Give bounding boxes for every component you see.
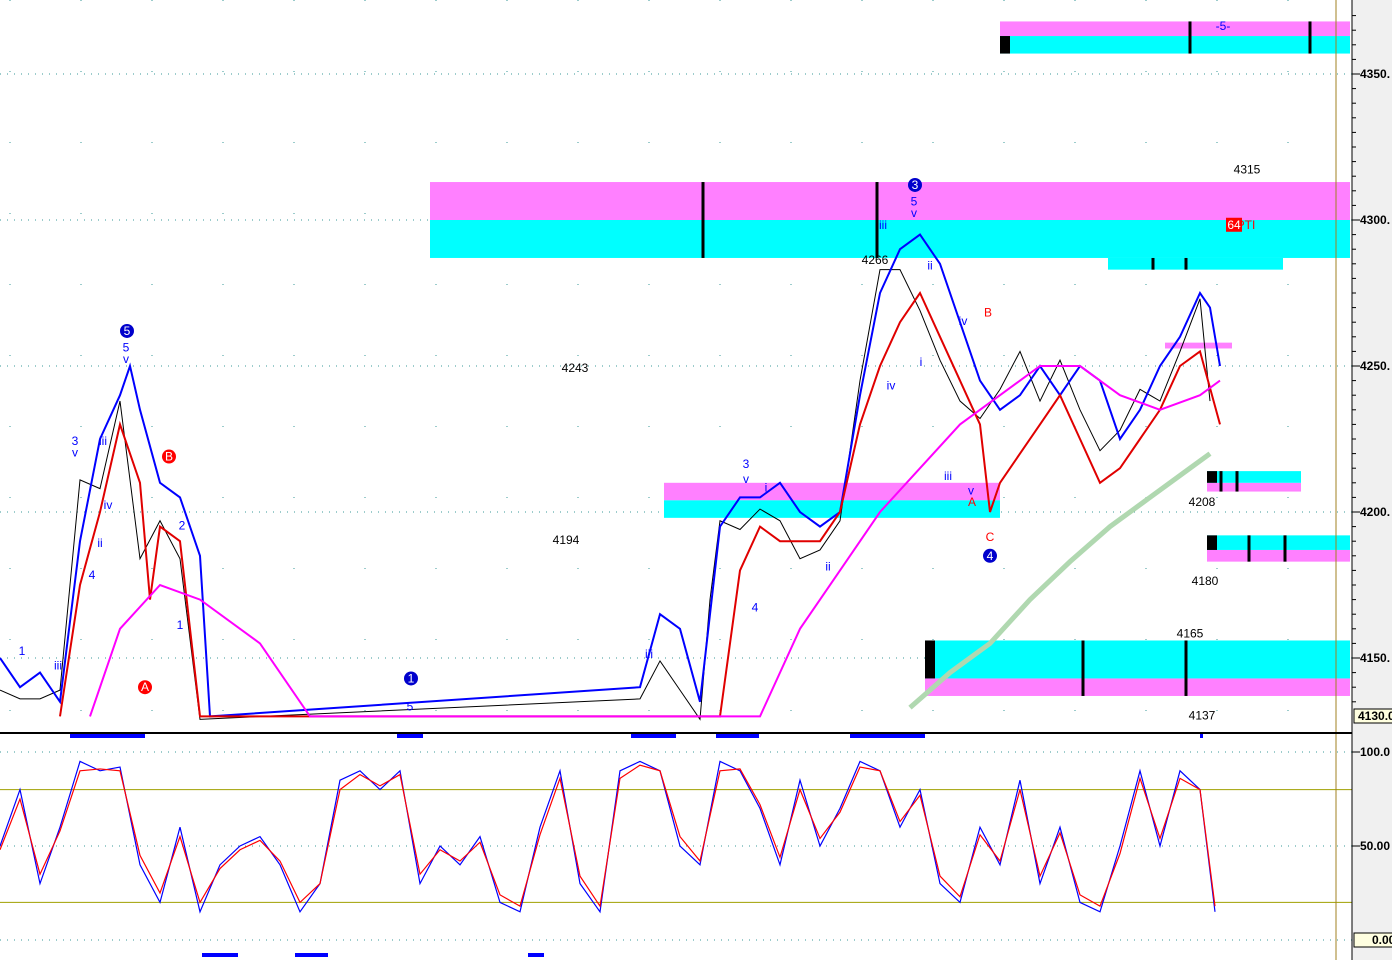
period-bar bbox=[850, 734, 925, 738]
wave-label: 4208 bbox=[1189, 495, 1216, 509]
zone-marker bbox=[1151, 257, 1155, 270]
zone-block bbox=[1207, 471, 1217, 483]
wave-label: iii bbox=[879, 218, 887, 232]
wave-label: v bbox=[911, 206, 917, 220]
zone-cyan bbox=[430, 220, 1350, 258]
circled-wave-label: 3 bbox=[912, 178, 919, 192]
price-axis-background bbox=[1352, 0, 1392, 960]
wave-label: 4 bbox=[89, 568, 96, 582]
current-price-value: 4130.0 bbox=[1358, 709, 1392, 723]
period-bar bbox=[397, 734, 423, 738]
circled-wave-label: A bbox=[141, 680, 149, 694]
zone-magenta bbox=[430, 182, 1350, 220]
circled-wave-label: 4 bbox=[987, 549, 994, 563]
zone-cyan bbox=[1108, 257, 1283, 270]
grid bbox=[0, 0, 1352, 941]
period-bar bbox=[631, 734, 676, 738]
wave-label: 2 bbox=[179, 519, 186, 533]
wave-label: ii bbox=[927, 259, 932, 273]
y-tick-label: 4300. bbox=[1360, 213, 1390, 227]
oscillator-panel bbox=[0, 760, 1352, 957]
osc-series-%K bbox=[0, 760, 1216, 914]
wave-label: A bbox=[968, 495, 976, 509]
zone-marker bbox=[1184, 257, 1188, 270]
wave-label: ii bbox=[97, 536, 102, 550]
zone-marker bbox=[1247, 535, 1251, 562]
wave-label: 4165 bbox=[1177, 627, 1204, 641]
wave-label: C bbox=[986, 530, 995, 544]
wave-label: 4 bbox=[752, 600, 759, 614]
wave-label: B bbox=[984, 305, 992, 319]
y-tick-label: 4250. bbox=[1360, 359, 1390, 373]
zone-marker bbox=[1188, 21, 1192, 54]
wave-label: iv bbox=[887, 378, 896, 392]
wave-label: 5 bbox=[407, 700, 414, 714]
zone-magenta bbox=[664, 482, 1000, 501]
wave-label: ii bbox=[825, 559, 830, 573]
wave-label: iii bbox=[944, 469, 952, 483]
zone-block bbox=[925, 640, 935, 679]
osc-current-value: 0.00 bbox=[1372, 933, 1392, 947]
wave-label: iv bbox=[104, 498, 113, 512]
zone-magenta bbox=[925, 678, 1350, 696]
wave-label: 1 bbox=[177, 618, 184, 632]
wave-label: iv bbox=[959, 314, 968, 328]
y-tick-label: 4350. bbox=[1360, 67, 1390, 81]
fib-zones bbox=[430, 21, 1350, 696]
y-tick-label: 4200. bbox=[1360, 505, 1390, 519]
zone-marker bbox=[701, 182, 705, 258]
circled-wave-label: 1 bbox=[408, 671, 415, 685]
y-tick-label: 4150. bbox=[1360, 651, 1390, 665]
period-bar bbox=[1200, 734, 1203, 738]
wave-label: iii bbox=[645, 647, 653, 661]
wave-label: v bbox=[743, 472, 749, 486]
wave-label: 1 bbox=[19, 644, 26, 658]
wave-label: 4243 bbox=[562, 361, 589, 375]
wave-label: i bbox=[765, 481, 768, 495]
zone-magenta bbox=[1207, 549, 1350, 562]
zone-marker bbox=[1283, 535, 1287, 562]
wave-label: -5- bbox=[1216, 19, 1231, 33]
wave-label: 3 bbox=[743, 457, 750, 471]
zone-block bbox=[1000, 36, 1010, 54]
osc-period-bar bbox=[202, 953, 238, 957]
badge-label: 64 bbox=[1227, 218, 1241, 232]
osc-tick-label: 50.00 bbox=[1360, 839, 1390, 853]
zone-cyan bbox=[1000, 36, 1350, 54]
wave-label: 4180 bbox=[1192, 574, 1219, 588]
zone-marker bbox=[1184, 640, 1188, 696]
wave-label: 4266 bbox=[862, 253, 889, 267]
zone-cyan bbox=[1207, 535, 1350, 550]
wave-label: 4194 bbox=[553, 533, 580, 547]
wave-label: v bbox=[72, 446, 78, 460]
circled-wave-label: B bbox=[165, 450, 173, 464]
wave-label: iii bbox=[54, 659, 62, 673]
osc-tick-label: 100.0 bbox=[1360, 745, 1390, 759]
zone-block bbox=[1207, 535, 1217, 550]
osc-period-bar bbox=[528, 953, 544, 957]
wave-label: 4315 bbox=[1234, 162, 1261, 176]
circled-wave-label: 5 bbox=[124, 324, 131, 338]
wave-label: 4137 bbox=[1189, 708, 1216, 722]
zone-marker bbox=[1235, 471, 1239, 492]
wave-labels: 43154243419442664208418041654137-5-PTI5v… bbox=[19, 19, 1261, 722]
zone-magenta bbox=[1000, 21, 1350, 37]
zone-marker bbox=[1081, 640, 1085, 696]
wave-label: v bbox=[123, 352, 129, 366]
zone-marker bbox=[1308, 21, 1312, 54]
wave-label: i bbox=[920, 355, 923, 369]
period-bar bbox=[716, 734, 759, 738]
zone-cyan bbox=[664, 500, 1000, 518]
elliott-wave-chart: 43154243419442664208418041654137-5-PTI5v… bbox=[0, 0, 1392, 960]
zone-marker bbox=[1219, 471, 1223, 492]
period-bar bbox=[70, 734, 145, 738]
osc-period-bar bbox=[295, 953, 328, 957]
wave-label: iii bbox=[99, 434, 107, 448]
